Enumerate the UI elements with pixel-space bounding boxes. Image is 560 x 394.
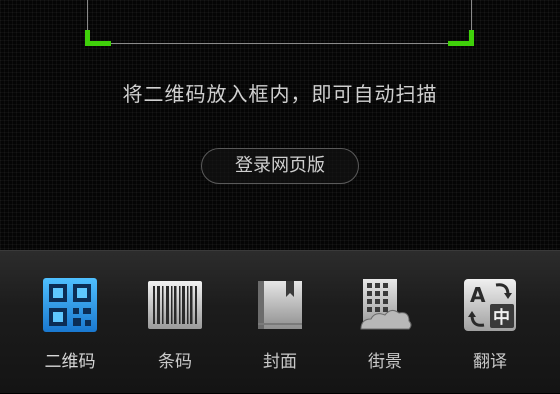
scanner-viewfinder: 将二维码放入框内，即可自动扫描 登录网页版 <box>0 0 560 250</box>
barcode-icon <box>147 277 203 333</box>
book-cover-icon <box>252 277 308 333</box>
tab-label-qr-code: 二维码 <box>44 352 96 372</box>
tab-translate[interactable]: A 中 翻译 <box>440 251 540 394</box>
scan-mode-toolbar: 二维码 条码 封面 街景 A 中 翻译 <box>0 250 560 393</box>
tab-label-barcode: 条码 <box>158 352 192 372</box>
tab-qr-code[interactable]: 二维码 <box>20 251 120 394</box>
street-view-icon <box>357 277 413 333</box>
tab-label-book-cover: 封面 <box>263 352 297 372</box>
tab-barcode[interactable]: 条码 <box>125 251 225 394</box>
tab-book-cover[interactable]: 封面 <box>230 251 330 394</box>
svg-text:A: A <box>470 283 486 307</box>
svg-text:中: 中 <box>493 307 510 328</box>
frame-corner-bottom-left <box>85 30 111 46</box>
scan-frame <box>85 0 474 46</box>
tab-label-translate: 翻译 <box>473 352 507 372</box>
scan-hint-text: 将二维码放入框内，即可自动扫描 <box>122 82 438 106</box>
tab-label-street-view: 街景 <box>368 352 402 372</box>
qr-code-icon <box>42 277 98 333</box>
tab-street-view[interactable]: 街景 <box>335 251 435 394</box>
frame-corner-bottom-right <box>448 30 474 46</box>
translate-icon: A 中 <box>462 277 518 333</box>
web-login-button[interactable]: 登录网页版 <box>201 148 359 184</box>
